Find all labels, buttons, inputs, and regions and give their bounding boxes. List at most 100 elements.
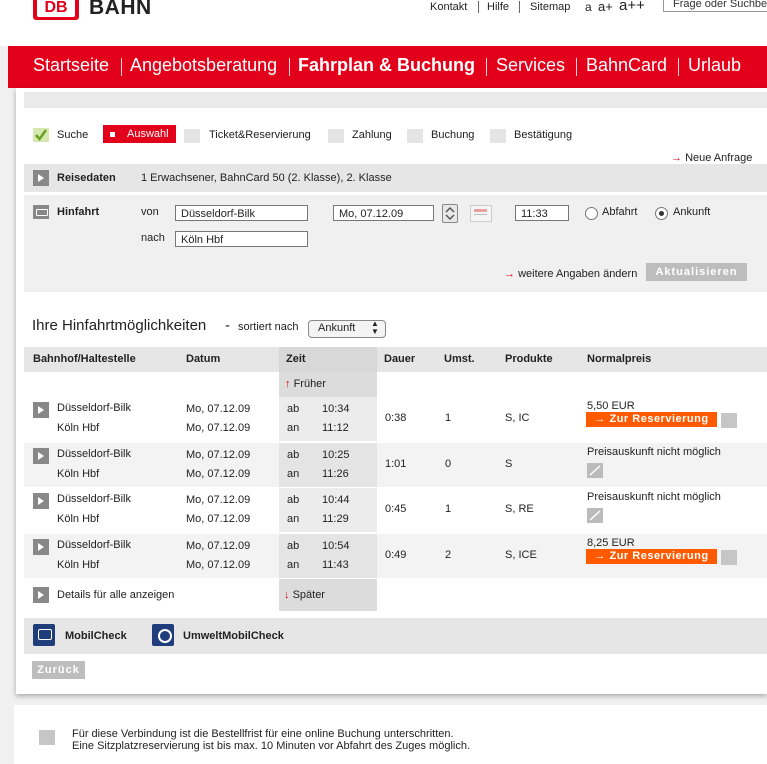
row-duration: 0:38 bbox=[385, 412, 407, 424]
nav-fahrplan-buchung[interactable]: Fahrplan & Buchung bbox=[298, 55, 475, 76]
row-price: 8,25 EUR bbox=[587, 537, 635, 549]
row-from-station: Düsseldorf-Bilk bbox=[57, 539, 131, 551]
reserve-label: Zur Reservierung bbox=[609, 550, 709, 562]
row-products: S, IC bbox=[505, 412, 530, 424]
db-logo[interactable]: DB bbox=[33, 0, 79, 20]
font-size-medium-link[interactable]: a+ bbox=[598, 0, 613, 14]
hinfahrt-block: Hinfahrt von Düsseldorf-Bilk nach Köln H… bbox=[24, 195, 767, 292]
kontakt-link[interactable]: Kontakt bbox=[430, 1, 467, 13]
no-price-icon bbox=[587, 508, 603, 523]
ankunft-radio[interactable] bbox=[655, 207, 668, 220]
divider bbox=[519, 1, 520, 13]
to-station-field[interactable]: Köln Hbf bbox=[175, 231, 308, 247]
row-price: 5,50 EUR bbox=[587, 400, 635, 412]
row-changes: 1 bbox=[445, 503, 452, 515]
weitere-angaben-link[interactable]: → weitere Angaben ändern bbox=[504, 268, 637, 280]
divider bbox=[478, 1, 479, 13]
square-bullet-icon bbox=[110, 132, 115, 137]
row-date-arr: Mo, 07.12.09 bbox=[186, 422, 251, 434]
row-from-station: Düsseldorf-Bilk bbox=[57, 448, 131, 460]
col-products: Produkte bbox=[505, 353, 553, 365]
info-icon[interactable] bbox=[721, 550, 737, 565]
row-date-arr: Mo, 07.12.09 bbox=[186, 559, 251, 571]
row-to-station: Köln Hbf bbox=[57, 468, 100, 480]
expand-arrow-icon[interactable] bbox=[33, 170, 49, 186]
row-an-label: an bbox=[287, 422, 300, 434]
nav-services[interactable]: Services bbox=[496, 55, 565, 76]
booking-panel: Suche Auswahl Ticket&Reservierung Zahlun… bbox=[16, 88, 767, 694]
expand-arrow-icon[interactable] bbox=[33, 539, 49, 555]
db-logo-text: DB bbox=[37, 0, 75, 17]
details-all-link[interactable]: Details für alle anzeigen bbox=[57, 589, 174, 601]
arrow-right-icon: → bbox=[594, 550, 610, 562]
row-arr-time: 11:12 bbox=[322, 422, 349, 434]
col-changes: Umst. bbox=[444, 353, 475, 365]
from-station-field[interactable]: Düsseldorf-Bilk bbox=[175, 205, 308, 221]
earlier-button[interactable]: ↑ Früher bbox=[279, 372, 377, 397]
nav-startseite[interactable]: Startseite bbox=[33, 55, 109, 76]
row-changes: 0 bbox=[445, 458, 452, 470]
sort-select[interactable]: Ankunft ▲ ▼ bbox=[308, 320, 386, 338]
reserve-button[interactable]: → Zur Reservierung bbox=[586, 412, 717, 427]
row-to-station: Köln Hbf bbox=[57, 422, 100, 434]
info-note: Für diese Verbindung ist die Bestellfris… bbox=[14, 705, 767, 764]
font-size-large-link[interactable]: a++ bbox=[619, 0, 645, 14]
col-date: Datum bbox=[186, 353, 221, 365]
step-box-icon bbox=[328, 129, 344, 143]
mobilcheck-link[interactable]: MobilCheck bbox=[65, 630, 127, 642]
table-row: Düsseldorf-Bilk Köln Hbf Mo, 07.12.09 Mo, 0… bbox=[24, 534, 767, 579]
arrow-up-icon: ↑ bbox=[285, 378, 294, 390]
row-price: Preisauskunft nicht möglich bbox=[587, 446, 721, 458]
row-products: S bbox=[505, 458, 513, 470]
col-price: Normalpreis bbox=[587, 353, 652, 365]
mobilcheck-icon[interactable] bbox=[33, 624, 55, 646]
hilfe-link[interactable]: Hilfe bbox=[487, 1, 509, 13]
expand-arrow-icon[interactable] bbox=[33, 587, 49, 603]
row-to-station: Köln Hbf bbox=[57, 513, 100, 525]
umweltmobilcheck-icon[interactable] bbox=[152, 624, 174, 646]
step-suche[interactable]: Suche bbox=[57, 129, 88, 141]
reserve-button[interactable]: → Zur Reservierung bbox=[586, 549, 717, 564]
nav-bahncard[interactable]: BahnCard bbox=[586, 55, 667, 76]
umweltmobilcheck-link[interactable]: UmweltMobilCheck bbox=[183, 630, 284, 642]
sitemap-link[interactable]: Sitemap bbox=[530, 1, 570, 13]
neue-anfrage-label: Neue Anfrage bbox=[685, 152, 753, 164]
date-stepper[interactable] bbox=[442, 204, 458, 223]
step-auswahl: Auswahl bbox=[103, 125, 176, 143]
time-field[interactable]: 11:33 bbox=[515, 205, 569, 221]
info-icon[interactable] bbox=[721, 413, 737, 428]
row-duration: 1:01 bbox=[385, 458, 407, 470]
neue-anfrage-link[interactable]: → Neue Anfrage bbox=[671, 152, 752, 164]
select-arrows-icon: ▲ ▼ bbox=[371, 319, 379, 336]
table-header: Bahnhof/Haltestelle Datum Zeit Dauer Ums… bbox=[24, 347, 767, 372]
date-field[interactable]: Mo, 07.12.09 bbox=[333, 205, 434, 221]
step-box-icon bbox=[407, 129, 423, 143]
info-icon bbox=[39, 730, 55, 745]
nav-angebotsberatung[interactable]: Angebotsberatung bbox=[130, 55, 277, 76]
font-size-small-link[interactable]: a bbox=[585, 0, 592, 14]
reisedaten-value: 1 Erwachsener, BahnCard 50 (2. Klasse), … bbox=[141, 172, 392, 184]
row-arr-time: 11:43 bbox=[322, 559, 349, 571]
nav-divider bbox=[121, 58, 122, 76]
no-price-icon bbox=[587, 463, 603, 478]
abfahrt-radio[interactable] bbox=[585, 207, 598, 220]
nach-label: nach bbox=[141, 232, 165, 244]
col-station: Bahnhof/Haltestelle bbox=[33, 353, 136, 365]
later-button[interactable]: ↓ Später bbox=[279, 579, 377, 611]
calendar-icon[interactable] bbox=[470, 205, 492, 222]
row-products: S, ICE bbox=[505, 549, 537, 561]
zurueck-button[interactable]: Zurück bbox=[32, 661, 85, 679]
expand-arrow-icon[interactable] bbox=[33, 402, 49, 418]
results-dash: - bbox=[225, 317, 230, 334]
search-input[interactable]: Frage oder Suchbe bbox=[663, 0, 767, 12]
later-link: ↓ Später bbox=[284, 589, 325, 601]
nav-urlaub[interactable]: Urlaub bbox=[688, 55, 741, 76]
expand-arrow-icon[interactable] bbox=[33, 448, 49, 464]
table-row: Düsseldorf-Bilk Köln Hbf Mo, 07.12.09 Mo, 0… bbox=[24, 443, 767, 488]
arrow-right-icon: → bbox=[594, 413, 610, 425]
expand-arrow-icon[interactable] bbox=[33, 493, 49, 509]
row-ab-label: ab bbox=[287, 540, 300, 552]
aktualisieren-button[interactable]: Aktualisieren bbox=[646, 263, 747, 281]
reserve-label: Zur Reservierung bbox=[609, 413, 709, 425]
row-from-station: Düsseldorf-Bilk bbox=[57, 402, 131, 414]
